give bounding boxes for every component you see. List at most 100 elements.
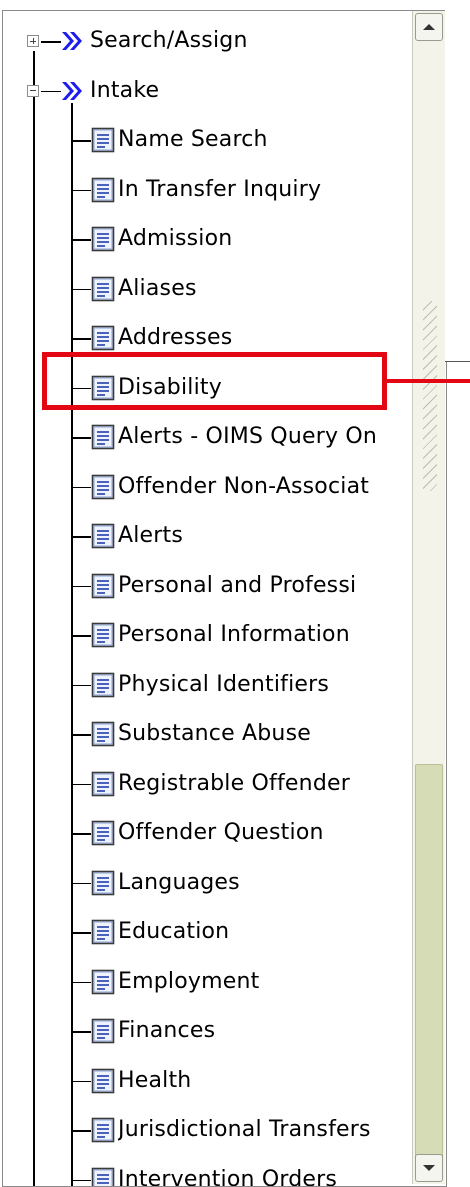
tree-item-label: Substance Abuse [118,721,311,747]
tree-connector [71,239,91,241]
tree-node-search-assign[interactable]: Search/Assign [90,19,248,63]
tree-item-label: Health [118,1068,191,1094]
document-icon [91,325,115,351]
highlight-box [42,352,387,410]
tree-connector [71,338,91,340]
tree-connector [71,734,91,736]
document-icon [91,1018,115,1044]
tree-item-offender-non-associat[interactable]: Offender Non-Associat [118,465,413,509]
tree-connector [71,635,91,637]
tree-connector [71,536,91,538]
tree-connector [71,1081,91,1083]
tree-item-health[interactable]: Health [118,1059,413,1103]
tree-item-label: Employment [118,969,259,995]
tree-item-label: Name Search [118,127,268,153]
tree-item-label: Registrable Offender [118,771,350,797]
document-icon [91,276,115,302]
document-icon [91,226,115,252]
side-panel-edge [445,10,470,362]
document-icon [91,771,115,797]
vertical-scrollbar[interactable] [412,11,445,1184]
tree-item-in-transfer-inquiry[interactable]: In Transfer Inquiry [118,168,413,212]
document-icon [91,721,115,747]
arrow-down-icon [422,1163,436,1173]
double-chevron-right-icon [60,79,84,103]
tree-connector [71,685,91,687]
minus-box-icon[interactable] [27,85,39,97]
tree-connector [71,833,91,835]
scroll-grip-texture [423,301,437,491]
tree-connector [71,289,91,291]
tree-item-intervention-orders[interactable]: Intervention Orders [118,1158,413,1187]
plus-box-icon[interactable] [27,35,39,47]
document-icon [91,1167,115,1187]
tree-item-label: Aliases [118,276,197,302]
tree-item-label: Education [118,919,229,945]
tree-node-label: Search/Assign [90,28,248,54]
scroll-up-button[interactable] [415,13,443,41]
document-icon [91,573,115,599]
tree-node-label: Intake [90,78,159,104]
tree-item-label: Finances [118,1018,215,1044]
tree-connector [71,1031,91,1033]
document-icon [91,870,115,896]
tree-item-label: Admission [118,226,232,252]
arrow-up-icon [422,22,436,32]
tree-node-intake[interactable]: Intake [90,69,159,113]
tree-item-employment[interactable]: Employment [118,960,413,1004]
tree-item-personal-and-professi[interactable]: Personal and Professi [118,564,413,608]
tree-item-admission[interactable]: Admission [118,217,413,261]
tree-item-alerts[interactable]: Alerts [118,514,413,558]
tree-item-label: Personal Information [118,622,350,648]
tree-item-label: Offender Question [118,820,324,846]
scroll-thumb[interactable] [415,764,443,1164]
callout-line [387,379,470,383]
tree-connector [71,1130,91,1132]
tree-item-aliases[interactable]: Aliases [118,267,413,311]
document-icon [91,523,115,549]
tree-connector [71,982,91,984]
tree-item-label: Intervention Orders [118,1167,337,1187]
tree-connector [71,932,91,934]
tree-connector [71,586,91,588]
tree-item-substance-abuse[interactable]: Substance Abuse [118,712,413,756]
document-icon [91,177,115,203]
tree-item-label: Languages [118,870,240,896]
tree-item-offender-question[interactable]: Offender Question [118,811,413,855]
tree-item-languages[interactable]: Languages [118,861,413,905]
document-icon [91,919,115,945]
document-icon [91,622,115,648]
tree-connector [41,41,61,43]
tree-item-label: Alerts [118,523,183,549]
tree-connector [41,91,61,93]
tree-item-registrable-offender[interactable]: Registrable Offender [118,762,413,806]
tree-item-label: Personal and Professi [118,573,356,599]
document-icon [91,127,115,153]
tree-item-label: Addresses [118,325,232,351]
tree-item-personal-information[interactable]: Personal Information [118,613,413,657]
tree-item-name-search[interactable]: Name Search [118,118,413,162]
tree-connector [71,883,91,885]
tree-item-label: Jurisdictional Transfers [118,1117,371,1143]
tree-connector [71,140,91,142]
document-icon [91,969,115,995]
tree-item-label: In Transfer Inquiry [118,177,321,203]
tree-connector [71,190,91,192]
tree-item-label: Alerts - OIMS Query On [118,424,377,450]
tree-item-physical-identifiers[interactable]: Physical Identifiers [118,663,413,707]
document-icon [91,1117,115,1143]
tree-connector [71,437,91,439]
tree-connector [71,103,73,1187]
tree-item-alerts-oims-query-on[interactable]: Alerts - OIMS Query On [118,415,413,459]
scroll-down-button[interactable] [415,1154,443,1182]
navigation-tree-panel: Search/Assign Intake Name Search In Transfe… [2,10,447,1187]
tree-item-education[interactable]: Education [118,910,413,954]
tree-connector [33,51,35,1186]
tree-connector [71,784,91,786]
document-icon [91,424,115,450]
tree-item-label: Physical Identifiers [118,672,329,698]
document-icon [91,474,115,500]
tree-item-finances[interactable]: Finances [118,1009,413,1053]
tree-connector [71,487,91,489]
tree-item-jurisdictional-transfers[interactable]: Jurisdictional Transfers [118,1108,413,1152]
